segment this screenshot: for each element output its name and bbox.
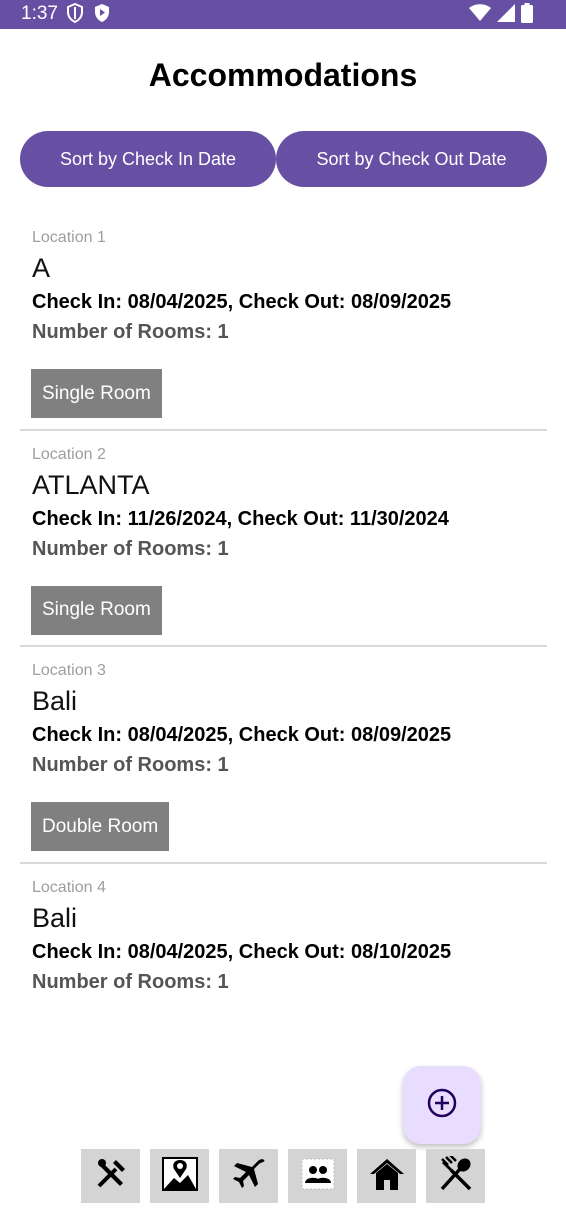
page-title: Accommodations: [148, 57, 418, 93]
nav-destinations-button[interactable]: [150, 1149, 209, 1203]
accommodation-card[interactable]: Location 2 ATLANTA Check In: 11/26/2024,…: [20, 431, 547, 647]
house-icon: [368, 1156, 406, 1197]
accommodation-card[interactable]: Location 4 Bali Check In: 08/04/2025, Ch…: [20, 864, 547, 1081]
add-circle-icon: [426, 1087, 458, 1124]
signal-icon: [497, 4, 515, 27]
accommodation-card[interactable]: Location 1 A Check In: 08/04/2025, Check…: [20, 214, 547, 431]
battery-icon: [521, 3, 533, 28]
location-label: Location 4: [32, 878, 106, 896]
number-of-rooms: Number of Rooms: 1: [32, 970, 229, 993]
accommodation-card[interactable]: Location 3 Bali Check In: 08/04/2025, Ch…: [20, 647, 547, 864]
room-type-chip[interactable]: Single Room: [31, 369, 162, 418]
location-label: Location 1: [32, 229, 106, 246]
location-label: Location 3: [32, 662, 106, 679]
nav-flights-button[interactable]: [219, 1149, 278, 1203]
location-name: Bali: [32, 902, 78, 933]
airplane-icon: [231, 1157, 267, 1196]
wifi-icon: [469, 4, 491, 27]
tools-icon: [94, 1157, 128, 1196]
location-name: Bali: [32, 686, 78, 716]
room-type-chip[interactable]: Single Room: [31, 585, 162, 635]
status-bar: 1:37: [0, 0, 566, 29]
check-in-out-dates: Check In: 08/04/2025, Check Out: 08/09/2…: [32, 724, 452, 746]
accommodation-list[interactable]: Location 1 A Check In: 08/04/2025, Check…: [20, 214, 547, 1080]
play-protect-icon: [93, 3, 111, 28]
status-time: 1:37: [21, 3, 58, 24]
check-in-out-dates: Check In: 08/04/2025, Check Out: 08/09/2…: [32, 291, 452, 313]
number-of-rooms: Number of Rooms: 1: [32, 754, 229, 776]
sort-by-check-in-button[interactable]: Sort by Check In Date: [20, 131, 276, 187]
room-type-chip[interactable]: Double Room: [31, 802, 170, 851]
check-in-out-dates: Check In: 08/04/2025, Check Out: 08/10/2…: [32, 940, 452, 963]
nav-dining-button[interactable]: [426, 1149, 485, 1203]
shield-icon: [66, 2, 84, 28]
map-pin-icon: [161, 1156, 199, 1197]
check-in-out-dates: Check In: 11/26/2024, Check Out: 11/30/2…: [32, 507, 449, 530]
nav-accommodations-button[interactable]: [357, 1149, 416, 1203]
bottom-nav: [81, 1149, 485, 1203]
nav-travelers-button[interactable]: [288, 1149, 347, 1203]
location-name: A: [32, 253, 51, 283]
nav-tools-button[interactable]: [81, 1149, 140, 1203]
sort-by-check-out-button[interactable]: Sort by Check Out Date: [276, 131, 547, 187]
number-of-rooms: Number of Rooms: 1: [32, 321, 229, 343]
number-of-rooms: Number of Rooms: 1: [32, 537, 229, 560]
location-label: Location 2: [32, 445, 106, 463]
add-accommodation-button[interactable]: [403, 1066, 481, 1144]
fork-spoon-icon: [438, 1153, 474, 1197]
people-icon: [300, 1157, 336, 1196]
location-name: ATLANTA: [32, 469, 150, 500]
